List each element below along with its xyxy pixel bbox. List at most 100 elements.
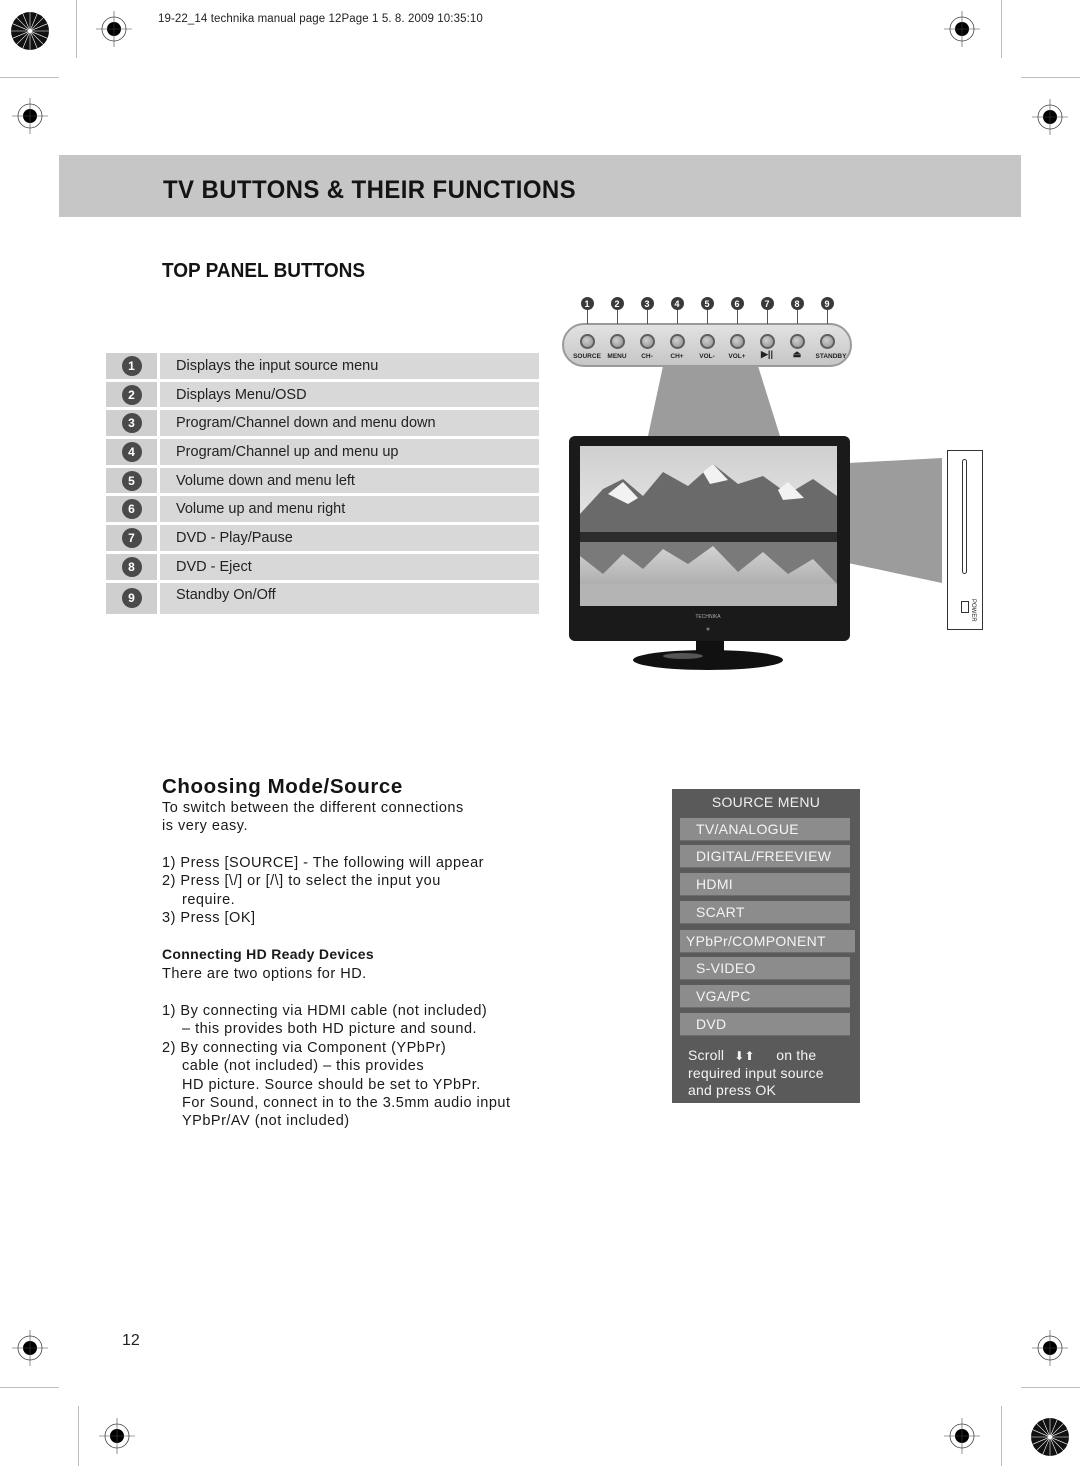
step-line: require. xyxy=(182,891,236,908)
leader-line xyxy=(737,310,738,324)
step-line: For Sound, connect in to the 3.5mm audio… xyxy=(182,1095,511,1112)
crosshair-registration-icon xyxy=(99,1418,135,1454)
hd-steps: 1) By connecting via HDMI cable (not inc… xyxy=(162,1002,511,1131)
source-menu-item: YPbPr/COMPONENT xyxy=(680,930,855,953)
step-line: 2) By connecting via Component (YPbPr) xyxy=(162,1039,447,1056)
function-number-cell: 9 xyxy=(106,582,157,617)
source-menu-item: HDMI xyxy=(680,873,850,896)
step-line: cable (not included) – this provides xyxy=(182,1058,425,1075)
footer-line: and press OK xyxy=(688,1082,776,1098)
crosshair-registration-icon xyxy=(96,11,132,47)
leader-line xyxy=(647,310,648,324)
crop-line xyxy=(1021,77,1080,78)
number-badge: 7 xyxy=(121,527,142,548)
function-description: Displays Menu/OSD xyxy=(160,381,539,411)
side-panel-illustration: POWER xyxy=(947,450,983,630)
page-number: 12 xyxy=(122,1332,140,1349)
leader-line xyxy=(797,310,798,324)
function-description: DVD - Eject xyxy=(160,553,539,583)
starburst-registration-icon xyxy=(1031,1418,1069,1456)
panel-number-badge: 1 xyxy=(580,297,594,310)
crop-line xyxy=(1001,1406,1002,1466)
text-line: To switch between the different connecti… xyxy=(162,800,464,816)
leader-line xyxy=(707,310,708,324)
function-row: 6 Volume up and menu right xyxy=(106,496,539,526)
crosshair-registration-icon xyxy=(1032,99,1068,135)
function-row: 7 DVD - Play/Pause xyxy=(106,525,539,554)
function-number-cell: 6 xyxy=(106,496,157,526)
number-badge: 6 xyxy=(121,499,142,520)
crop-line xyxy=(1001,0,1002,58)
function-row: 5 Volume down and menu left xyxy=(106,467,539,497)
panel-button-illustration xyxy=(729,334,745,349)
panel-number-badge: 4 xyxy=(670,297,684,310)
source-menu-item: TV/ANALOGUE xyxy=(680,818,850,841)
panel-button-illustration xyxy=(789,334,805,349)
source-menu-item: S-VIDEO xyxy=(680,957,850,980)
number-badge: 2 xyxy=(121,384,142,405)
source-menu-item: DVD xyxy=(680,1013,850,1036)
crosshair-registration-icon xyxy=(12,1330,48,1366)
crosshair-registration-icon xyxy=(944,11,980,47)
number-badge: 4 xyxy=(121,441,142,462)
step-line: YPbPr/AV (not included) xyxy=(182,1113,350,1130)
function-row: 2 Displays Menu/OSD xyxy=(106,381,539,411)
down-up-arrows-icon: ⬇⬆ xyxy=(734,1049,755,1063)
source-menu-item: SCART xyxy=(680,901,850,924)
panel-number-badge: 9 xyxy=(820,297,834,310)
crosshair-registration-icon xyxy=(1032,1330,1068,1366)
function-description: Standby On/Off xyxy=(160,582,539,617)
panel-number-badge: 3 xyxy=(640,297,654,310)
leader-line xyxy=(677,310,678,324)
scroll-text: Scroll xyxy=(688,1047,725,1063)
print-slug: 19-22_14 technika manual page 12Page 1 5… xyxy=(158,13,483,25)
function-row: 1 Displays the input source menu xyxy=(106,353,539,382)
text-line: is very easy. xyxy=(162,818,249,835)
source-menu-illustration: SOURCE MENU TV/ANALOGUE DIGITAL/FREEVIEW H… xyxy=(672,789,860,1103)
starburst-registration-icon xyxy=(11,12,49,50)
on-the-text: on the xyxy=(776,1047,817,1063)
panel-number-badge: 8 xyxy=(790,297,804,310)
step-line: 1) By connecting via HDMI cable (not inc… xyxy=(162,1003,488,1019)
footer-line: required input source xyxy=(688,1065,824,1081)
crop-line xyxy=(78,1406,79,1466)
choosing-steps: 1) Press [SOURCE] - The following will a… xyxy=(162,854,484,928)
crop-line xyxy=(76,0,77,58)
step-line: HD picture. Source should be set to YPbP… xyxy=(182,1076,481,1093)
number-badge: 1 xyxy=(121,355,142,376)
tv-brand-label: TECHNIKA xyxy=(695,614,721,620)
step-line: 3) Press [OK] xyxy=(162,910,256,927)
step-line: – this provides both HD picture and soun… xyxy=(182,1021,478,1038)
number-badge: 9 xyxy=(121,588,142,608)
function-number-cell: 1 xyxy=(106,353,157,382)
number-badge: 8 xyxy=(121,556,142,577)
panel-number-badge: 7 xyxy=(760,297,774,310)
panel-button-label: STANDBY xyxy=(815,353,847,360)
power-label: POWER xyxy=(970,599,976,622)
page-title: TV BUTTONS & THEIR FUNCTIONS xyxy=(163,176,576,204)
leader-line xyxy=(587,310,588,324)
function-description: Program/Channel up and menu up xyxy=(160,439,539,468)
crosshair-registration-icon xyxy=(944,1418,980,1454)
function-description: DVD - Play/Pause xyxy=(160,525,539,554)
function-row: 3 Program/Channel down and menu down xyxy=(106,410,539,440)
leader-line xyxy=(827,310,828,324)
panel-button-illustration xyxy=(579,334,595,349)
panel-button-illustration xyxy=(699,334,715,349)
hd-devices-heading: Connecting HD Ready Devices xyxy=(162,946,374,962)
section-title-choosing-mode: Choosing Mode/Source xyxy=(162,775,403,798)
function-number-cell: 2 xyxy=(106,381,157,411)
function-number-cell: 7 xyxy=(106,525,157,554)
crop-line xyxy=(0,77,59,78)
function-row: 8 DVD - Eject xyxy=(106,553,539,583)
function-description: Volume up and menu right xyxy=(160,496,539,526)
source-menu-title: SOURCE MENU xyxy=(711,794,821,810)
panel-number-badge: 5 xyxy=(700,297,714,310)
power-button-illustration xyxy=(961,601,969,613)
function-number-cell: 5 xyxy=(106,467,157,497)
panel-number-badge: 6 xyxy=(730,297,744,310)
button-functions-table: 1 Displays the input source menu 2 Displays… xyxy=(106,353,539,617)
function-description: Volume down and menu left xyxy=(160,467,539,497)
leader-line xyxy=(617,310,618,324)
source-menu-item: VGA/PC xyxy=(680,985,850,1008)
